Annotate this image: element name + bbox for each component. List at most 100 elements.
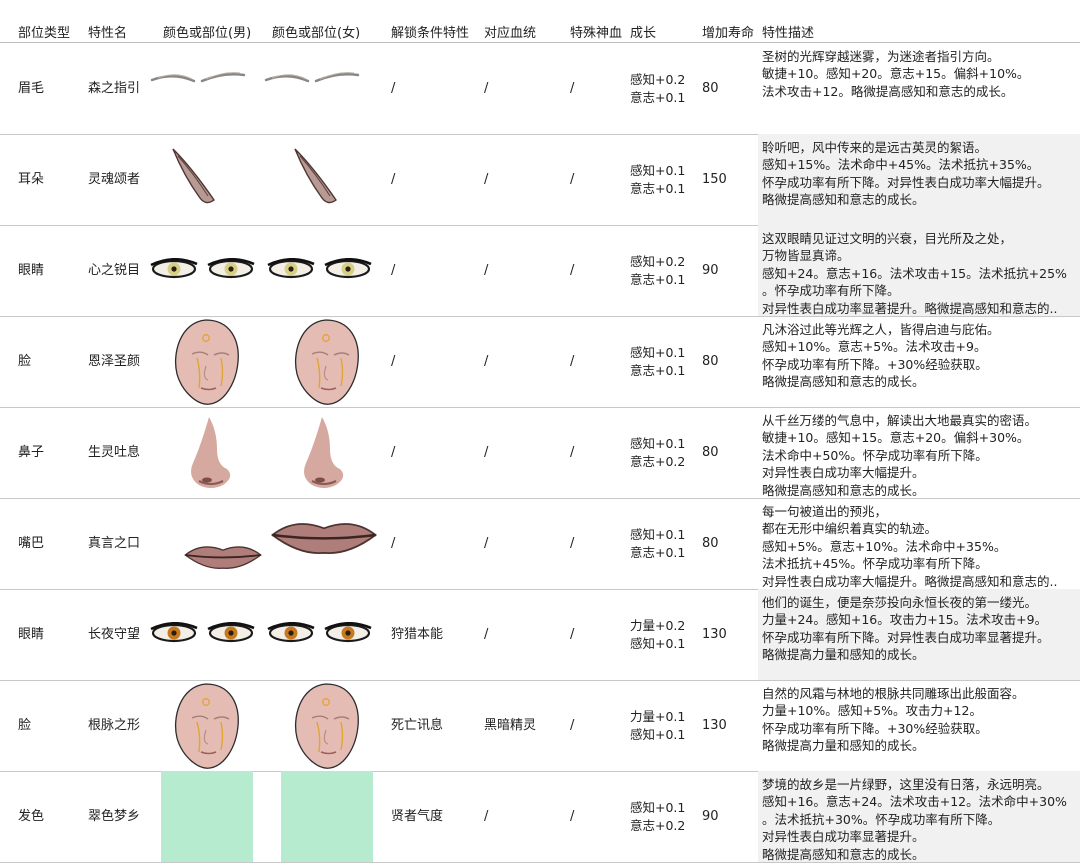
header-growth: 成长: [630, 26, 657, 41]
description-line: 感知+24。意志+16。法术攻击+15。法术抵抗+25%: [762, 265, 1067, 281]
growth-cell: 感知+0.1 意志+0.1: [630, 162, 685, 198]
lifespan-cell: 80: [702, 353, 719, 369]
eyes-image-female: [267, 257, 372, 286]
eyes-image-male: [150, 257, 255, 286]
description-line: 法术命中+50%。怀孕成功率有所下降。: [762, 447, 988, 463]
description-cell: 凡沐浴过此等光辉之人，皆得启迪与庇佑。 感知+10%。意志+5%。法术攻击+9。怀…: [758, 316, 1080, 407]
description-line: 怀孕成功率有所下降。+30%经验获取。: [762, 720, 988, 736]
unlock-cell: /: [391, 80, 396, 96]
lifespan-cell: 90: [702, 808, 719, 824]
lifespan-cell: 80: [702, 80, 719, 96]
growth-line: 感知+0.1: [630, 435, 686, 451]
trait-table: 部位类型 特性名 颜色或部位(男) 颜色或部位(女) 解锁条件特性 对应血统 特…: [0, 0, 1080, 863]
description-cell: 他们的诞生，便是奈莎投向永恒长夜的第一缕光。 力量+24。感知+16。攻击力+15…: [758, 589, 1080, 680]
eyebrow-image-male: [148, 67, 248, 95]
part-type-cell: 脸: [18, 717, 32, 733]
pointed-ear-image-male: [170, 146, 220, 210]
growth-line: 感知+0.1: [630, 344, 686, 360]
growth-cell: 力量+0.1 感知+0.1: [630, 708, 685, 744]
growth-line: 感知+0.2: [630, 253, 686, 269]
growth-cell: 力量+0.2 感知+0.1: [630, 617, 685, 653]
part-type-cell: 眼睛: [18, 262, 45, 278]
trait-name-cell: 长夜守望: [88, 626, 141, 642]
table-row: 眼睛 心之锐目 / / / 感知+0.2 意志+0.1 90 这双眼睛见证过文明的兴衰，目光所…: [0, 225, 1080, 317]
face-image-female: [292, 318, 362, 410]
divine-blood-cell: /: [570, 444, 575, 460]
description-line: 自然的风霜与林地的根脉共同雕琢出此般面容。: [762, 686, 1025, 701]
lifespan-cell: 130: [702, 717, 727, 733]
description-cell: 从千丝万缕的气息中，解读出大地最真实的密语。 敏捷+10。感知+15。意志+20。…: [758, 407, 1080, 498]
header-trait-name: 特性名: [88, 26, 128, 41]
lips-image-female: [268, 510, 380, 564]
description-cell: 梦境的故乡是一片绿野，这里没有日落，永远明亮。 感知+16。意志+24。法术攻击+…: [758, 771, 1080, 862]
description-line: 每一句被道出的预兆，: [762, 504, 888, 519]
table-header: 部位类型 特性名 颜色或部位(男) 颜色或部位(女) 解锁条件特性 对应血统 特…: [0, 0, 1080, 43]
lifespan-cell: 80: [702, 444, 719, 460]
unlock-cell: /: [391, 353, 396, 369]
header-unlock: 解锁条件特性: [391, 26, 470, 41]
description-line: 感知+15%。法术命中+45%。法术抵抗+35%。: [762, 157, 1040, 173]
growth-line: 感知+0.2: [630, 71, 686, 87]
growth-line: 意志+0.1: [630, 180, 686, 196]
description-line: 敏捷+10。感知+20。意志+15。偏斜+10%。: [762, 66, 1030, 82]
description-cell: 聆听吧，风中传来的是远古英灵的絮语。 感知+15%。法术命中+45%。法术抵抗+3…: [758, 134, 1080, 225]
bloodline-cell: /: [484, 444, 489, 460]
lifespan-cell: 130: [702, 626, 727, 642]
growth-line: 感知+0.1: [630, 162, 686, 178]
description-line: 法术攻击+12。略微提高感知和意志的成长。: [762, 83, 1014, 99]
growth-cell: 感知+0.1 意志+0.1: [630, 526, 685, 562]
table-row: 脸 根脉之形 死亡讯息 黑暗精灵 / 力量+0.1 感知+0.1 130 自然的风霜与林地的根…: [0, 680, 1080, 772]
description-line: 对异性表白成功率大幅提升。: [762, 465, 925, 481]
divine-blood-cell: /: [570, 262, 575, 278]
header-divine-blood: 特殊神血: [570, 26, 623, 41]
divine-blood-cell: /: [570, 717, 575, 733]
trait-name-cell: 恩泽圣颜: [88, 353, 141, 369]
eyes-image-male: [150, 621, 255, 650]
table-row: 脸 恩泽圣颜 / / / 感知+0.1 意志+0.1 80 凡沐浴过此等光辉之人，皆得启迪与庇…: [0, 316, 1080, 408]
description-line: 略微提高力量和感知的成长。: [762, 647, 925, 663]
description-line: 略微提高感知和意志的成长。: [762, 482, 925, 498]
description-line: 他们的诞生，便是奈莎投向永恒长夜的第一缕光。: [762, 595, 1038, 610]
description-line: 。法术抵抗+30%。怀孕成功率有所下降。: [762, 811, 1001, 827]
part-type-cell: 耳朵: [18, 171, 45, 187]
trait-name-cell: 翠色梦乡: [88, 808, 141, 824]
bloodline-cell: /: [484, 80, 489, 96]
description-line: 略微提高力量和感知的成长。: [762, 738, 925, 754]
table-row: 嘴巴 真言之口 / / / 感知+0.1 意志+0.1 80 每一句被道出的预兆， 都在无形中编…: [0, 498, 1080, 590]
description-line: 感知+10%。意志+5%。法术攻击+9。: [762, 339, 987, 355]
description-line: 力量+24。感知+16。攻击力+15。法术攻击+9。: [762, 612, 1048, 628]
eyes-image-female: [267, 621, 372, 650]
header-color-female: 颜色或部位(女): [272, 26, 361, 41]
description-line: 对异性表白成功率显著提升。: [762, 829, 925, 845]
growth-cell: 感知+0.1 意志+0.1: [630, 344, 685, 380]
header-description: 特性描述: [762, 26, 815, 41]
trait-name-cell: 根脉之形: [88, 717, 141, 733]
growth-cell: 感知+0.1 意志+0.2: [630, 435, 685, 471]
header-part-type: 部位类型: [18, 26, 71, 41]
description-line: 圣树的光辉穿越迷雾，为迷途者指引方向。: [762, 49, 1000, 64]
part-type-cell: 眼睛: [18, 626, 45, 642]
table-row: 眼睛 长夜守望 狩猎本能 / / 力量+0.2 感知+0.1 130 他们的诞生，便是奈莎投向…: [0, 589, 1080, 681]
description-line: 。怀孕成功率有所下降。: [762, 283, 900, 299]
description-line: 梦境的故乡是一片绿野，这里没有日落，永远明亮。: [762, 777, 1050, 792]
unlock-cell: /: [391, 444, 396, 460]
table-row: 眉毛 森之指引 / / / 感知+0.2 意志+0.1 80 圣树的光辉穿越迷雾，为迷途者指引…: [0, 43, 1080, 135]
description-line: 从千丝万缕的气息中，解读出大地最真实的密语。: [762, 413, 1038, 428]
bloodline-cell: /: [484, 353, 489, 369]
part-type-cell: 眉毛: [18, 80, 45, 96]
growth-cell: 感知+0.2 意志+0.1: [630, 71, 685, 107]
lifespan-cell: 90: [702, 262, 719, 278]
divine-blood-cell: /: [570, 808, 575, 824]
description-cell: 这双眼睛见证过文明的兴衰，目光所及之处， 万物皆显真谛。 感知+24。意志+16。法…: [758, 225, 1080, 316]
lifespan-cell: 80: [702, 535, 719, 551]
table-row: 耳朵 灵魂颂者 / / / 感知+0.1 意志+0.1 150 聆听吧，风中传来的是远古英灵的…: [0, 134, 1080, 226]
description-cell: 每一句被道出的预兆， 都在无形中编织着真实的轨迹。 感知+5%。意志+10%。法术命…: [758, 498, 1080, 589]
trait-name-cell: 生灵吐息: [88, 444, 141, 460]
description-line: 这双眼睛见证过文明的兴衰，目光所及之处，: [762, 231, 1013, 246]
unlock-cell: 死亡讯息: [391, 717, 444, 733]
unlock-cell: /: [391, 535, 396, 551]
trait-name-cell: 森之指引: [88, 80, 141, 96]
trait-name-cell: 真言之口: [88, 535, 141, 551]
growth-line: 感知+0.1: [630, 635, 686, 651]
eyebrow-image-female: [262, 67, 362, 95]
